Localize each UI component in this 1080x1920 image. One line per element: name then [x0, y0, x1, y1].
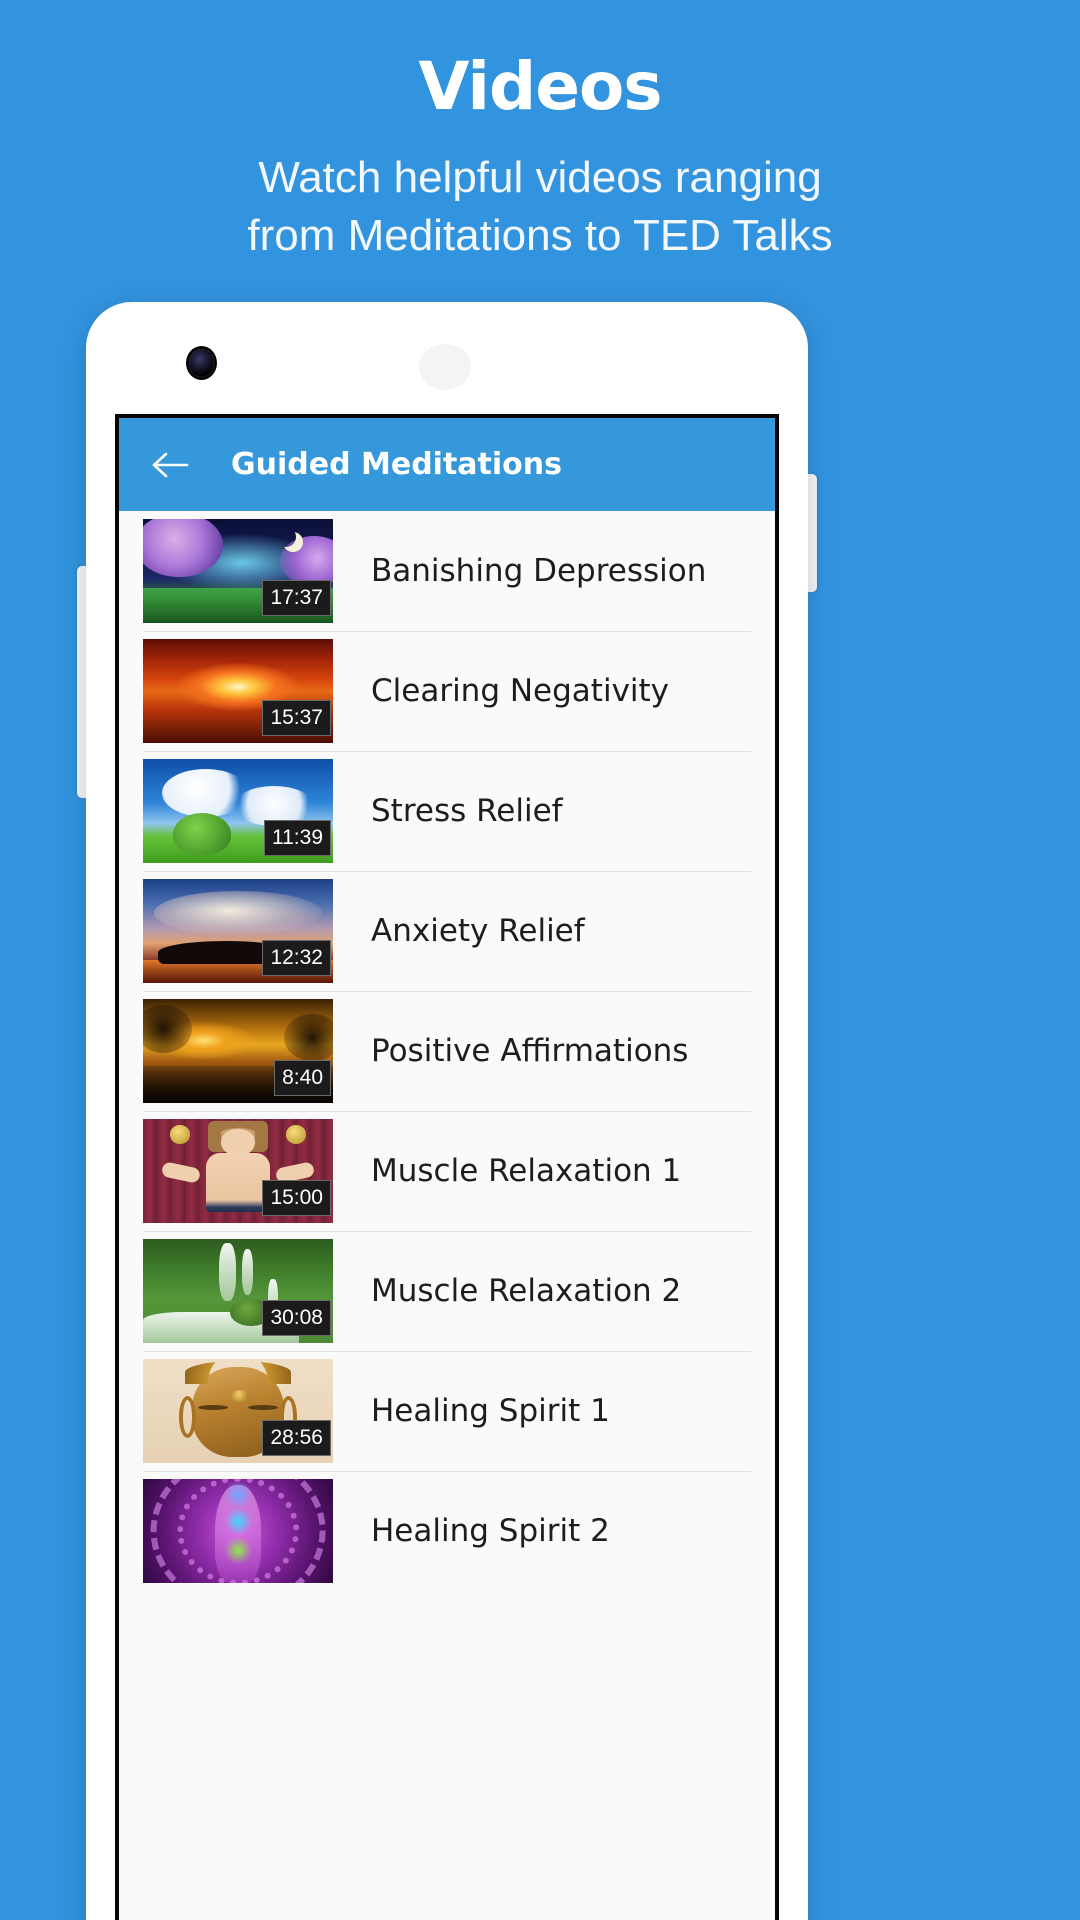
- video-duration: 30:08: [262, 1300, 331, 1336]
- video-thumbnail[interactable]: 8:40: [143, 999, 333, 1103]
- video-title: Healing Spirit 2: [371, 1513, 610, 1549]
- promo-subtitle-line-1: Watch helpful videos ranging: [258, 153, 822, 203]
- list-item[interactable]: 15:37 Clearing Negativity: [119, 631, 775, 751]
- video-duration: 8:40: [274, 1060, 331, 1096]
- promo-subtitle: Watch helpful videos ranging from Medita…: [0, 149, 1080, 265]
- phone-mockup: Guided Meditations 17:37 Banishing Depre…: [77, 302, 817, 1920]
- video-title: Banishing Depression: [371, 553, 707, 589]
- phone-body: Guided Meditations 17:37 Banishing Depre…: [86, 302, 808, 1920]
- list-item[interactable]: 8:40 Positive Affirmations: [119, 991, 775, 1111]
- list-item[interactable]: 17:37 Banishing Depression: [119, 511, 775, 631]
- promo-header: Videos Watch helpful videos ranging from…: [0, 0, 1080, 265]
- video-title: Muscle Relaxation 1: [371, 1153, 682, 1189]
- app-bar: Guided Meditations: [119, 418, 775, 511]
- video-thumbnail[interactable]: 30:08: [143, 1239, 333, 1343]
- phone-screen: Guided Meditations 17:37 Banishing Depre…: [115, 414, 779, 1920]
- video-duration: 12:32: [262, 940, 331, 976]
- video-duration: 28:56: [262, 1420, 331, 1456]
- video-title: Anxiety Relief: [371, 913, 585, 949]
- video-duration: 17:37: [262, 580, 331, 616]
- video-duration: 11:39: [264, 820, 331, 856]
- back-arrow-icon[interactable]: [149, 443, 193, 487]
- video-title: Stress Relief: [371, 793, 563, 829]
- video-thumbnail[interactable]: 15:37: [143, 639, 333, 743]
- earpiece-speaker-icon: [419, 344, 471, 390]
- video-thumbnail[interactable]: 17:37: [143, 519, 333, 623]
- list-item[interactable]: 11:39 Stress Relief: [119, 751, 775, 871]
- app-bar-title: Guided Meditations: [231, 447, 562, 482]
- promo-subtitle-line-2: from Meditations to TED Talks: [247, 211, 833, 261]
- list-item[interactable]: 12:32 Anxiety Relief: [119, 871, 775, 991]
- list-item[interactable]: 15:00 Muscle Relaxation 1: [119, 1111, 775, 1231]
- video-thumbnail[interactable]: 28:56: [143, 1359, 333, 1463]
- video-thumbnail[interactable]: 11:39: [143, 759, 333, 863]
- page-title: Videos: [418, 48, 662, 125]
- video-title: Healing Spirit 1: [371, 1393, 610, 1429]
- video-duration: 15:37: [262, 700, 331, 736]
- video-thumbnail[interactable]: 12:32: [143, 879, 333, 983]
- front-camera-icon: [189, 349, 214, 377]
- list-item[interactable]: 30:08 Muscle Relaxation 2: [119, 1231, 775, 1351]
- video-title: Positive Affirmations: [371, 1033, 689, 1069]
- video-duration: 15:00: [262, 1180, 331, 1216]
- thumbnail-art-purple-chakra-mandala: [143, 1479, 333, 1583]
- list-item[interactable]: 28:56 Healing Spirit 1: [119, 1351, 775, 1471]
- video-list[interactable]: 17:37 Banishing Depression 15:37 Clearin…: [119, 511, 775, 1920]
- video-thumbnail[interactable]: [143, 1479, 333, 1583]
- video-title: Muscle Relaxation 2: [371, 1273, 682, 1309]
- video-title: Clearing Negativity: [371, 673, 670, 709]
- video-thumbnail[interactable]: 15:00: [143, 1119, 333, 1223]
- list-item[interactable]: Healing Spirit 2: [119, 1471, 775, 1591]
